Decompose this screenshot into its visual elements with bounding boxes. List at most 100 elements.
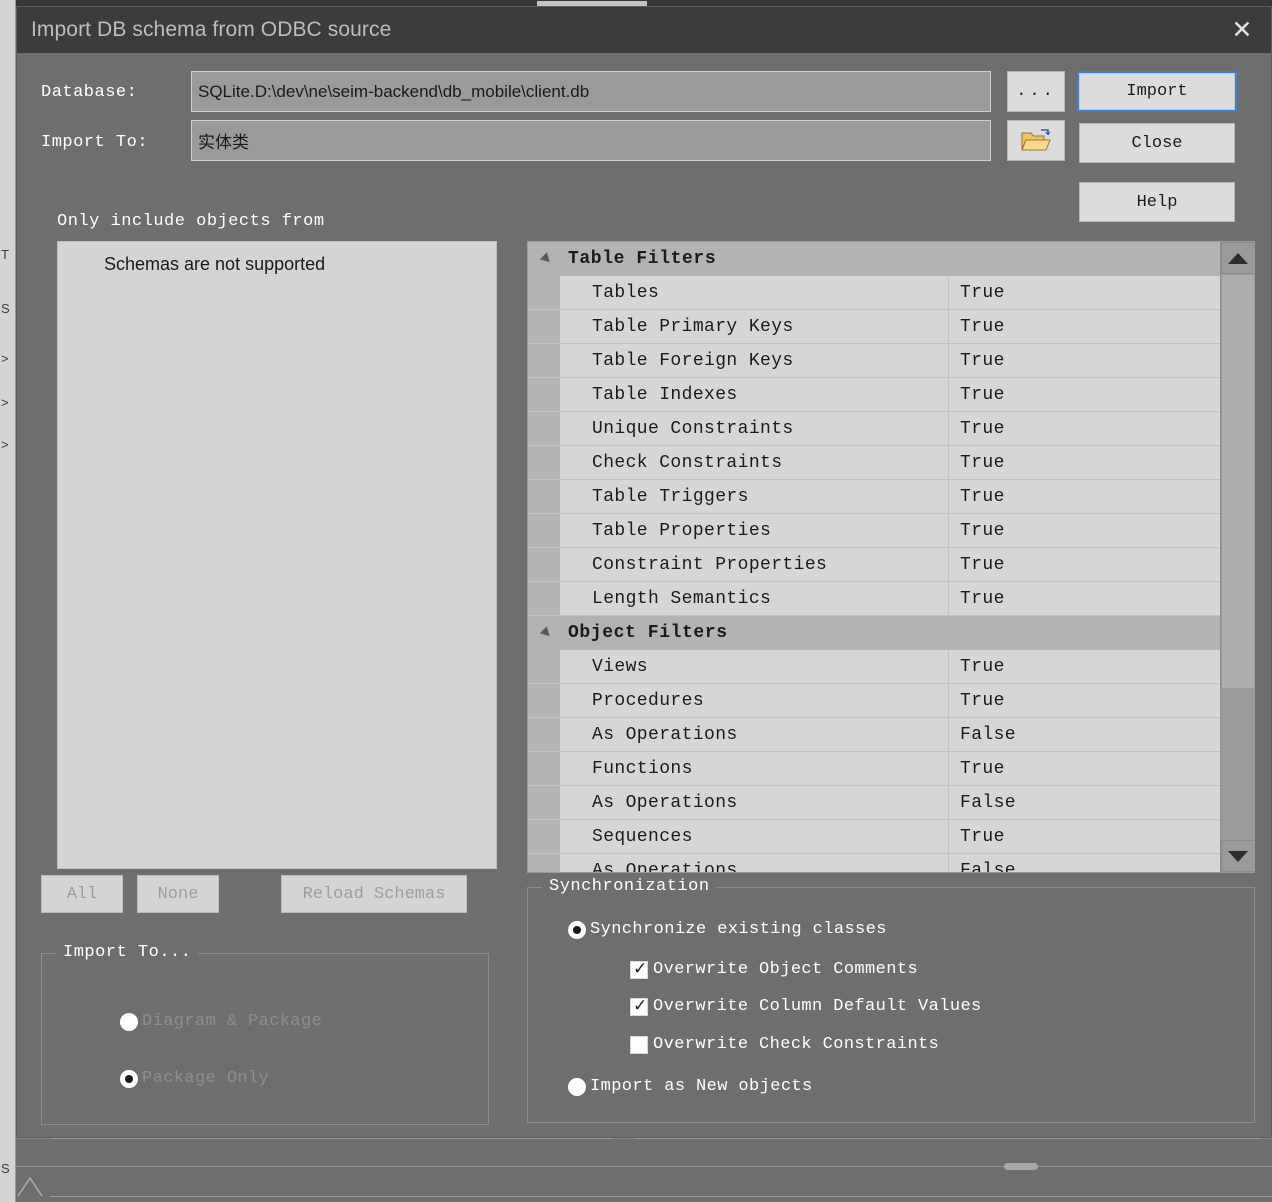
open-folder-icon xyxy=(1021,128,1051,150)
status-pip xyxy=(1004,1163,1038,1170)
checkbox-indicator: ✓ xyxy=(630,996,648,1016)
filter-row[interactable]: Table Primary Keys True xyxy=(528,310,1220,344)
filter-row-value[interactable]: True xyxy=(960,453,1005,473)
import-to-group: Import To... Diagram & Package Package O… xyxy=(41,943,489,1125)
filter-row[interactable]: Views True xyxy=(528,650,1220,684)
filter-row-value[interactable]: True xyxy=(960,487,1005,507)
scroll-up-button[interactable] xyxy=(1221,242,1254,274)
filter-row-value[interactable]: False xyxy=(960,725,1016,745)
filter-row[interactable]: Procedures True xyxy=(528,684,1220,718)
checkbox-label: Overwrite Column Default Values xyxy=(653,997,982,1016)
bottom-divider xyxy=(50,1196,1272,1197)
database-input[interactable]: SQLite.D:\dev\ne\seim-backend\db_mobile\… xyxy=(191,71,991,112)
filter-group-name: Object Filters xyxy=(568,623,728,643)
select-all-button[interactable]: All xyxy=(41,875,123,913)
filter-row[interactable]: Unique Constraints True xyxy=(528,412,1220,446)
filter-row-name: As Operations xyxy=(592,724,738,745)
checkbox-overwrite-check-constraints[interactable]: Overwrite Check Constraints xyxy=(630,1035,939,1054)
import-to-label: Import To: xyxy=(41,133,149,152)
filter-row-value[interactable]: True xyxy=(960,351,1005,371)
filter-row[interactable]: Table Indexes True xyxy=(528,378,1220,412)
filter-row-name: Views xyxy=(592,656,649,677)
browse-package-button[interactable] xyxy=(1007,120,1065,161)
filter-row-value[interactable]: True xyxy=(960,657,1005,677)
filter-row[interactable]: Table Properties True xyxy=(528,514,1220,548)
filter-row[interactable]: As Operations False xyxy=(528,786,1220,820)
filter-row-value[interactable]: True xyxy=(960,691,1005,711)
filters-scrollbar[interactable] xyxy=(1220,242,1254,872)
radio-package-only[interactable]: Package Only xyxy=(120,1069,269,1088)
close-button[interactable]: Close xyxy=(1079,123,1235,163)
checkbox-overwrite-object-comments[interactable]: ✓ Overwrite Object Comments xyxy=(630,959,918,979)
filter-row-name: Table Indexes xyxy=(592,384,738,405)
synchronization-group: Synchronization Synchronize existing cla… xyxy=(527,877,1255,1123)
radio-label: Import as New objects xyxy=(590,1077,813,1096)
bg-fragment: > xyxy=(1,352,9,366)
schema-list[interactable]: Schemas are not supported xyxy=(57,241,497,869)
scrollbar-thumb[interactable] xyxy=(1222,275,1254,688)
filter-group-header[interactable]: Table Filters xyxy=(528,242,1220,276)
schema-list-empty-message: Schemas are not supported xyxy=(104,254,326,274)
filters-property-grid[interactable]: Table Filters Tables True Table Primary … xyxy=(527,241,1255,873)
filter-row-value[interactable]: True xyxy=(960,555,1005,575)
filter-row[interactable]: Tables True xyxy=(528,276,1220,310)
import-to-input[interactable]: 实体类 xyxy=(191,120,991,161)
bg-fragment: T xyxy=(1,248,9,262)
filter-row-name: Check Constraints xyxy=(592,452,783,473)
filter-row-name: Procedures xyxy=(592,690,705,711)
filter-row-name: Unique Constraints xyxy=(592,418,794,439)
radio-indicator xyxy=(120,1069,138,1088)
bg-fragment: > xyxy=(1,396,9,410)
filter-row-name: Constraint Properties xyxy=(592,554,828,575)
filter-row[interactable]: Constraint Properties True xyxy=(528,548,1220,582)
filter-row-value[interactable]: True xyxy=(960,589,1005,609)
synchronization-legend: Synchronization xyxy=(542,877,717,896)
filter-row-name: Table Foreign Keys xyxy=(592,350,794,371)
filter-row-value[interactable]: True xyxy=(960,317,1005,337)
filter-row[interactable]: Check Constraints True xyxy=(528,446,1220,480)
filter-row-name: Sequences xyxy=(592,826,693,847)
radio-label: Package Only xyxy=(142,1069,270,1088)
background-window-sliver: T S > > > S xyxy=(0,0,16,1202)
resize-chevron-icon[interactable] xyxy=(16,1172,50,1198)
filter-row-value[interactable]: False xyxy=(960,861,1016,873)
filter-row-name: As Operations xyxy=(592,792,738,813)
filter-row-name: As Operations xyxy=(592,860,738,873)
filter-group-header[interactable]: Object Filters xyxy=(528,616,1220,650)
scroll-down-button[interactable] xyxy=(1221,840,1254,872)
radio-synchronize-existing-classes[interactable]: Synchronize existing classes xyxy=(568,920,887,939)
select-none-button[interactable]: None xyxy=(137,875,219,913)
dialog-title: Import DB schema from ODBC source xyxy=(31,18,392,41)
filter-row[interactable]: As Operations False xyxy=(528,718,1220,752)
browse-database-button[interactable]: ... xyxy=(1007,71,1065,112)
chevron-collapse-icon[interactable] xyxy=(539,252,554,266)
filter-row[interactable]: As Operations False xyxy=(528,854,1220,873)
filter-row-value[interactable]: True xyxy=(960,521,1005,541)
filter-row[interactable]: Table Triggers True xyxy=(528,480,1220,514)
filter-row-value[interactable]: False xyxy=(960,793,1016,813)
chevron-collapse-icon[interactable] xyxy=(539,626,554,640)
filter-row-name: Tables xyxy=(592,282,660,303)
bg-fragment: S xyxy=(1,1162,10,1176)
triangle-up-icon xyxy=(1228,252,1248,264)
filter-row-name: Functions xyxy=(592,758,693,779)
filter-row-value[interactable]: True xyxy=(960,827,1005,847)
filter-row-value[interactable]: True xyxy=(960,419,1005,439)
filter-row-value[interactable]: True xyxy=(960,385,1005,405)
radio-label: Synchronize existing classes xyxy=(590,920,887,939)
filter-row[interactable]: Table Foreign Keys True xyxy=(528,344,1220,378)
filter-row[interactable]: Length Semantics True xyxy=(528,582,1220,616)
import-button[interactable]: Import xyxy=(1077,71,1237,112)
checkbox-overwrite-column-default-values[interactable]: ✓ Overwrite Column Default Values xyxy=(630,996,982,1016)
filter-row-value[interactable]: True xyxy=(960,283,1005,303)
filter-row-value[interactable]: True xyxy=(960,759,1005,779)
radio-import-as-new-objects[interactable]: Import as New objects xyxy=(568,1077,813,1096)
filter-row[interactable]: Sequences True xyxy=(528,820,1220,854)
checkbox-indicator: ✓ xyxy=(630,959,648,979)
help-button[interactable]: Help xyxy=(1079,182,1235,222)
close-icon[interactable]: ✕ xyxy=(1225,15,1259,45)
radio-diagram-and-package[interactable]: Diagram & Package xyxy=(120,1012,322,1031)
filter-row[interactable]: Functions True xyxy=(528,752,1220,786)
reload-schemas-button[interactable]: Reload Schemas xyxy=(281,875,467,913)
filter-row-name: Length Semantics xyxy=(592,588,772,609)
